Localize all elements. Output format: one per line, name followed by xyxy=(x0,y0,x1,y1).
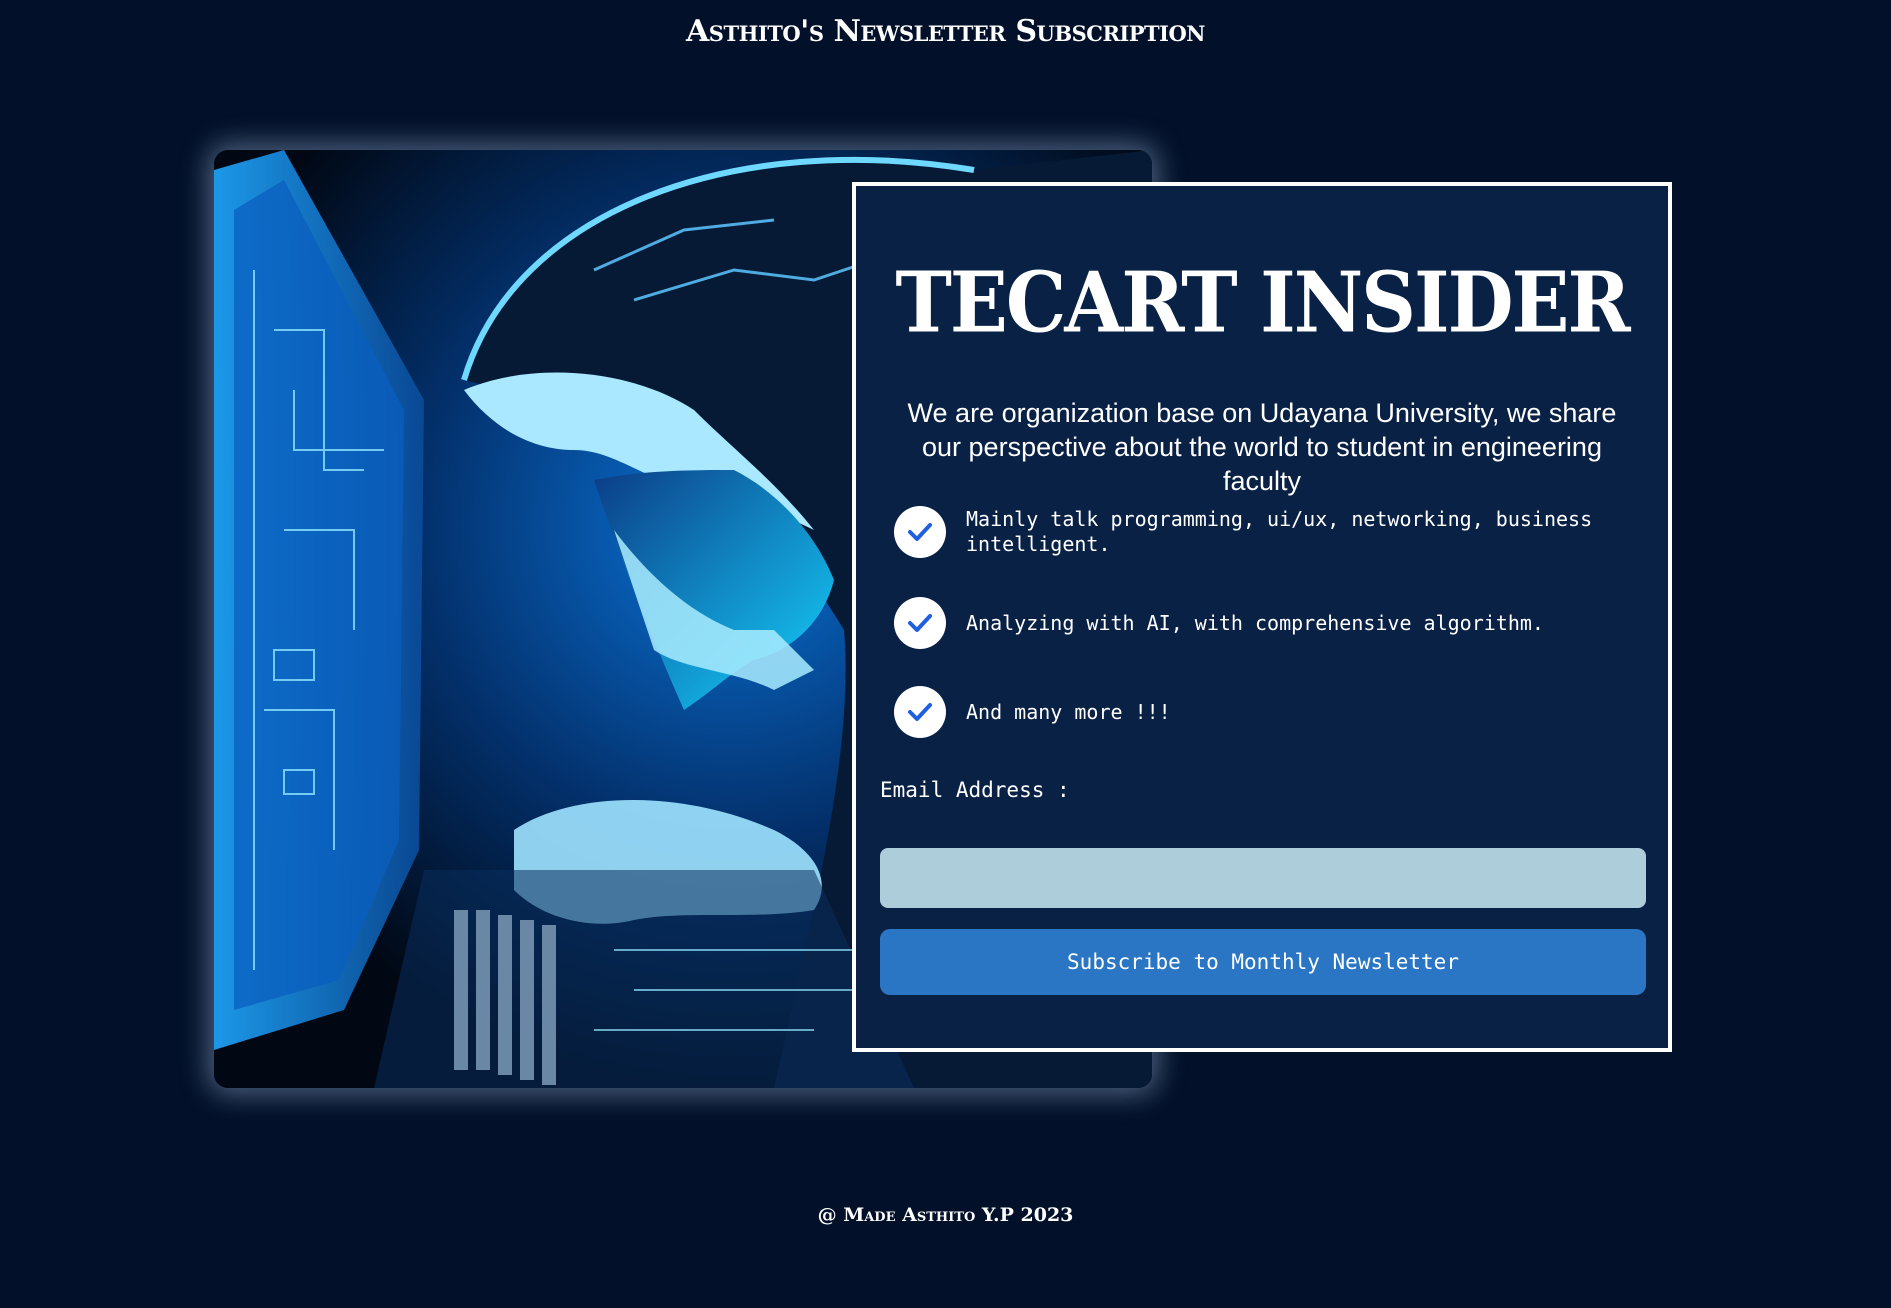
footer-copyright: @ Made Asthito Y.P 2023 xyxy=(817,1204,1074,1226)
subscribe-button[interactable]: Subscribe to Monthly Newsletter xyxy=(880,929,1646,995)
feature-item: Analyzing with AI, with comprehensive al… xyxy=(894,597,1606,649)
email-label: Email Address : xyxy=(880,778,1070,802)
feature-text: Mainly talk programming, ui/ux, networki… xyxy=(966,507,1593,556)
page-title: Asthito's Newsletter Subscription xyxy=(686,14,1205,49)
feature-item: And many more !!! xyxy=(894,686,1606,738)
feature-text: Analyzing with AI, with comprehensive al… xyxy=(966,610,1544,635)
brand-title: TECART INSIDER xyxy=(895,253,1630,352)
check-icon xyxy=(894,597,946,649)
subscription-card: TECART INSIDER We are organization base … xyxy=(852,182,1672,1052)
email-input[interactable] xyxy=(880,848,1646,908)
page: Asthito's Newsletter Subscription TECART… xyxy=(0,0,1891,1308)
feature-item: Mainly talk programming, ui/ux, networki… xyxy=(894,506,1606,558)
feature-text: And many more !!! xyxy=(966,699,1171,724)
check-icon xyxy=(894,686,946,738)
description-text: We are organization base on Udayana Univ… xyxy=(907,398,1617,496)
check-icon xyxy=(894,506,946,558)
